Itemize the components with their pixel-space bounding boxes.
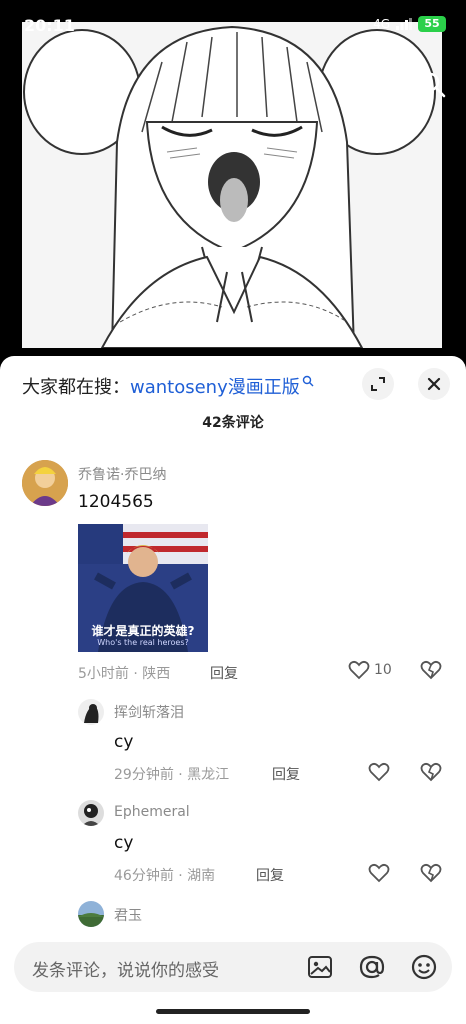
broken-heart-icon[interactable] [420,863,442,883]
reply-button[interactable]: 回复 [210,663,238,683]
heart-icon[interactable] [368,863,390,883]
broken-heart-icon[interactable] [420,660,442,680]
comment-author[interactable]: Ephemeral [114,804,190,820]
comment-sheet: 大家都在搜： wantoseny漫画正版 42条评论 乔鲁诺·乔巴纳 12045… [0,356,466,1024]
comment-input-placeholder[interactable]: 发条评论，说说你的感受 [32,956,219,981]
search-icon[interactable] [418,70,448,100]
status-bar: 20:11 4G 55 [0,0,466,44]
comment-input-bar[interactable]: 发条评论，说说你的感受 [14,942,452,992]
video-area[interactable]: 20:11 4G 55 [0,0,466,356]
like-button[interactable]: 10 [348,660,392,680]
heart-icon [348,660,370,680]
signal-label: 4G [373,17,390,31]
expand-button[interactable] [362,368,394,400]
comment-time-location: 5小时前 · 陕西 [78,666,171,682]
close-icon [427,377,441,391]
manga-artwork[interactable] [22,22,442,348]
home-indicator [156,1009,310,1014]
comment-author[interactable]: 君玉 [114,905,142,925]
comment-author[interactable]: 乔鲁诺·乔巴纳 [78,464,166,484]
status-icons: 4G 55 [373,16,446,32]
avatar[interactable] [22,460,68,506]
avatar[interactable] [78,800,104,826]
signal-icon [396,18,412,30]
broken-heart-icon[interactable] [420,762,442,782]
battery-indicator: 55 [418,16,446,32]
comment-author[interactable]: 挥剑斩落泪 [114,702,184,722]
image-icon[interactable] [306,953,334,981]
status-time: 20:11 [24,16,75,35]
avatar-image [22,460,68,506]
comment-text: 1204565 [78,492,154,512]
comment-text: cy [114,732,134,752]
comment-time-location: 29分钟前 · 黑龙江 [114,767,230,783]
manga-illustration [22,22,442,348]
comment-image[interactable]: 谁才是真正的英雄? Who's the real heroes? [78,524,208,652]
avatar[interactable] [78,901,104,927]
reply-button[interactable]: 回复 [272,764,300,784]
reply-button[interactable]: 回复 [256,865,284,885]
avatar[interactable] [78,699,104,725]
avatar-image [78,800,104,826]
meme-subtitle: Who's the real heroes? [97,638,189,647]
suggestion-prefix: 大家都在搜： [22,377,130,398]
comment-text: cy [114,833,134,853]
close-button[interactable] [418,368,450,400]
avatar-image [78,699,104,725]
suggestion-query-link[interactable]: wantoseny漫画正版 [130,373,300,399]
emoji-icon[interactable] [410,953,438,981]
like-count: 10 [374,662,392,678]
comment-time-location: 46分钟前 · 湖南 [114,868,216,884]
heart-icon[interactable] [368,762,390,782]
comment-count: 42条评论 [202,415,264,431]
at-icon[interactable] [358,953,386,981]
expand-icon [371,377,385,391]
search-icon [302,375,314,387]
meme-caption: 谁才是真正的英雄? [91,624,195,638]
avatar-image [78,901,104,927]
search-suggestion[interactable]: 大家都在搜： wantoseny漫画正版 [22,374,314,398]
